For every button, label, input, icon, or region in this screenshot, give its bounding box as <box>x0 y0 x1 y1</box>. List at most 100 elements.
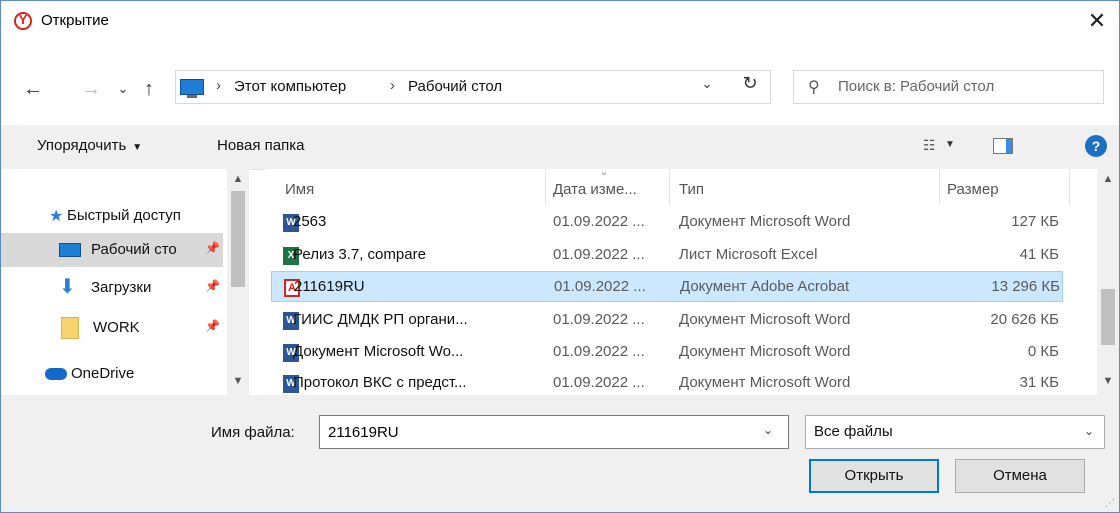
table-row[interactable]: W 2563 01.09.2022 ... Документ Microsoft… <box>271 207 1063 238</box>
scrollbar-thumb[interactable] <box>1101 289 1115 345</box>
file-date: 01.09.2022 ... <box>553 246 645 263</box>
breadcrumb-separator: › <box>216 77 221 94</box>
title-bar: Y Открытие ✕ <box>1 1 1119 41</box>
sidebar-item-label: Загрузки <box>91 279 152 296</box>
sidebar-item-desktop[interactable]: Рабочий сто 📌 <box>1 233 223 267</box>
sidebar-item-label: Рабочий сто <box>91 241 177 258</box>
cancel-button[interactable]: Отмена <box>955 459 1085 493</box>
scrollbar-thumb[interactable] <box>231 191 245 287</box>
breadcrumb-separator: › <box>390 77 395 94</box>
open-file-dialog: Y Открытие ✕ ← → ⌄ ↑ › Этот компьютер › … <box>0 0 1120 513</box>
file-name: 2563 <box>293 213 327 230</box>
scroll-up-arrow-icon[interactable]: ▲ <box>1097 173 1119 185</box>
file-date: 01.09.2022 ... <box>553 374 645 391</box>
up-button[interactable]: ↑ <box>137 75 161 103</box>
file-date: 01.09.2022 ... <box>553 213 645 230</box>
chevron-down-icon[interactable]: ⌄ <box>696 76 718 92</box>
file-name: ГИИС ДМДК РП органи... <box>293 311 468 328</box>
pin-icon: 📌 <box>205 279 220 293</box>
column-divider[interactable] <box>545 169 546 205</box>
yandex-browser-logo-icon: Y <box>14 12 32 30</box>
file-type-filter-value: Все файлы <box>814 423 893 440</box>
organize-menu[interactable]: Упорядочить ▼ <box>37 137 142 154</box>
chevron-down-icon[interactable]: ⌄ <box>763 423 773 437</box>
breadcrumb-desktop[interactable]: Рабочий стол <box>408 78 502 95</box>
filename-input[interactable] <box>319 415 789 449</box>
file-name: Документ Microsoft Wo... <box>293 343 464 360</box>
column-divider[interactable] <box>939 169 940 205</box>
search-icon: ⚲ <box>808 79 820 96</box>
chevron-down-icon: ⌄ <box>1083 424 1094 438</box>
file-size: 127 КБ <box>1011 213 1059 230</box>
file-size: 31 КБ <box>1019 374 1059 391</box>
sidebar-item-onedrive[interactable]: OneDrive <box>1 357 223 391</box>
navigation-bar: ← → ⌄ ↑ › Этот компьютер › Рабочий стол … <box>1 61 1119 117</box>
column-divider[interactable] <box>669 169 670 205</box>
back-button[interactable]: ← <box>21 75 45 103</box>
table-row-selected[interactable]: A 211619RU 01.09.2022 ... Документ Adobe… <box>271 271 1063 302</box>
file-date: 01.09.2022 ... <box>554 278 646 295</box>
desktop-icon <box>180 79 204 98</box>
column-divider[interactable] <box>1069 169 1070 205</box>
column-header-type[interactable]: Тип <box>679 181 704 198</box>
sidebar-item-label: Быстрый доступ <box>67 207 181 224</box>
file-size: 41 КБ <box>1019 246 1059 263</box>
file-name: Релиз 3.7, compare <box>293 246 426 263</box>
breadcrumb-this-pc[interactable]: Этот компьютер <box>234 78 346 95</box>
sidebar-scrollbar[interactable]: ▲ ▼ <box>227 169 249 395</box>
sidebar-item-quick-access[interactable]: ★ Быстрый доступ <box>1 199 223 233</box>
recent-locations-button[interactable]: ⌄ <box>111 75 135 103</box>
scroll-down-arrow-icon[interactable]: ▼ <box>227 375 249 387</box>
folder-icon <box>61 317 79 339</box>
dialog-footer: Имя файла: ⌄ Все файлы ⌄ Открыть Отмена … <box>1 395 1119 512</box>
column-header-size[interactable]: Размер <box>947 181 999 198</box>
column-header-name[interactable]: Имя <box>285 181 314 198</box>
download-icon: ⬇ <box>59 276 76 298</box>
file-name: Протокол ВКС с предст... <box>293 374 467 391</box>
table-row[interactable]: X Релиз 3.7, compare 01.09.2022 ... Лист… <box>271 240 1063 271</box>
command-toolbar: Упорядочить ▼ Новая папка ☷ ▼ ? <box>1 125 1119 170</box>
search-input[interactable]: Поиск в: Рабочий стол <box>838 78 994 95</box>
filename-label: Имя файла: <box>211 424 295 441</box>
help-icon[interactable]: ? <box>1085 135 1107 157</box>
star-icon: ★ <box>49 208 64 225</box>
sort-indicator-icon: ⌄ <box>600 169 609 178</box>
file-date: 01.09.2022 ... <box>553 311 645 328</box>
desktop-icon <box>59 243 81 257</box>
column-header-date[interactable]: Дата изме... <box>553 181 637 198</box>
refresh-button[interactable]: ↻ <box>738 73 762 94</box>
sidebar-item-label: WORK <box>93 319 140 336</box>
file-date: 01.09.2022 ... <box>553 343 645 360</box>
resize-grip-icon[interactable]: ⋰ <box>1105 498 1117 510</box>
file-size: 20 626 КБ <box>990 311 1059 328</box>
new-folder-button[interactable]: Новая папка <box>217 137 304 154</box>
pin-icon: 📌 <box>205 241 220 255</box>
caret-down-icon: ▼ <box>132 142 143 153</box>
file-type-filter[interactable]: Все файлы ⌄ <box>805 415 1105 449</box>
sidebar-item-label: OneDrive <box>71 365 135 382</box>
organize-label: Упорядочить <box>37 137 127 154</box>
table-row[interactable]: W Протокол ВКС с предст... 01.09.2022 ..… <box>271 368 1063 395</box>
sidebar-item-downloads[interactable]: ⬇ Загрузки 📌 <box>1 271 223 305</box>
sidebar-item-work[interactable]: WORK 📌 <box>1 311 223 345</box>
scroll-up-arrow-icon[interactable]: ▲ <box>227 173 249 185</box>
file-size: 0 КБ <box>1027 343 1059 360</box>
navigation-pane: ★ Быстрый доступ Рабочий сто 📌 ⬇ Загрузк… <box>1 169 249 395</box>
table-row[interactable]: W ГИИС ДМДК РП органи... 01.09.2022 ... … <box>271 305 1063 336</box>
pin-icon: 📌 <box>205 319 220 333</box>
dialog-title: Открытие <box>41 12 109 29</box>
forward-button[interactable]: → <box>79 75 103 103</box>
open-button[interactable]: Открыть <box>809 459 939 493</box>
search-box[interactable]: ⚲ Поиск в: Рабочий стол <box>793 70 1104 104</box>
file-name: 211619RU <box>294 278 365 295</box>
file-list-scrollbar[interactable]: ▲ ▼ <box>1097 169 1119 395</box>
address-bar[interactable]: › Этот компьютер › Рабочий стол ⌄ ↻ <box>175 70 771 104</box>
scroll-down-arrow-icon[interactable]: ▼ <box>1097 375 1119 387</box>
file-size: 13 296 КБ <box>991 278 1060 295</box>
caret-down-icon[interactable]: ▼ <box>945 139 955 150</box>
preview-pane-icon[interactable] <box>993 138 1013 154</box>
cloud-icon <box>45 368 67 380</box>
view-options-icon[interactable]: ☷ <box>923 137 941 153</box>
close-button[interactable]: ✕ <box>1083 7 1111 35</box>
table-row[interactable]: W Документ Microsoft Wo... 01.09.2022 ..… <box>271 337 1063 368</box>
